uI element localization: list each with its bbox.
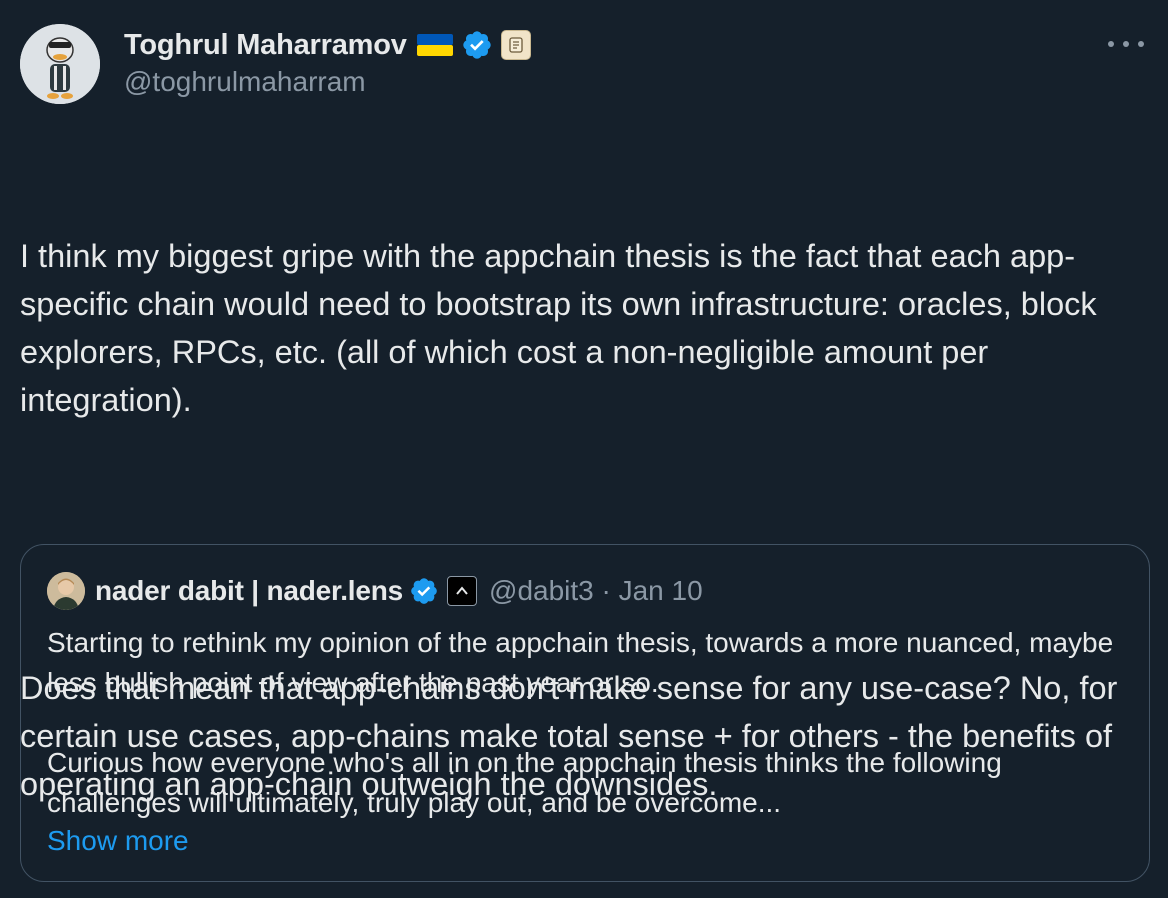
author-avatar[interactable]	[20, 24, 100, 104]
quoted-author-display-name[interactable]: nader dabit | nader.lens	[95, 575, 403, 607]
more-dot	[1138, 41, 1144, 47]
author-header: Toghrul Maharramov @toghrulmaharram	[124, 26, 531, 98]
quoted-handle-date[interactable]: @dabit3 · Jan 10	[489, 575, 703, 607]
quoted-paragraph-2: Curious how everyone who's all in on the…	[47, 747, 1002, 818]
quoted-tweet-header: nader dabit | nader.lens @dabit3 · Jan 1…	[47, 571, 703, 611]
more-options-icon[interactable]	[1108, 32, 1144, 56]
quoted-paragraph-1: Starting to rethink my opinion of the ap…	[47, 627, 1114, 698]
quoted-tweet-text: Starting to rethink my opinion of the ap…	[47, 623, 1127, 823]
ukraine-flag-icon	[416, 32, 453, 58]
verified-badge-icon[interactable]	[409, 576, 439, 606]
quoted-author-avatar[interactable]	[47, 572, 85, 610]
scroll-icon[interactable]	[500, 30, 531, 60]
author-avatar-image	[20, 24, 100, 104]
quoted-tweet[interactable]: nader dabit | nader.lens @dabit3 · Jan 1…	[20, 544, 1150, 882]
more-dot	[1123, 41, 1129, 47]
show-more-link[interactable]: Show more	[47, 821, 189, 861]
quoted-author-avatar-image	[47, 572, 85, 610]
more-dot	[1108, 41, 1114, 47]
author-name-row: Toghrul Maharramov	[124, 26, 531, 64]
quoted-paragraph-spacer	[47, 703, 1127, 743]
affiliation-logo-icon[interactable]	[447, 576, 478, 606]
author-handle[interactable]: @toghrulmaharram	[124, 66, 531, 98]
author-display-name[interactable]: Toghrul Maharramov	[124, 29, 407, 62]
tweet-paragraph-1: I think my biggest gripe with the appcha…	[20, 238, 1106, 418]
verified-badge-icon[interactable]	[461, 29, 493, 61]
